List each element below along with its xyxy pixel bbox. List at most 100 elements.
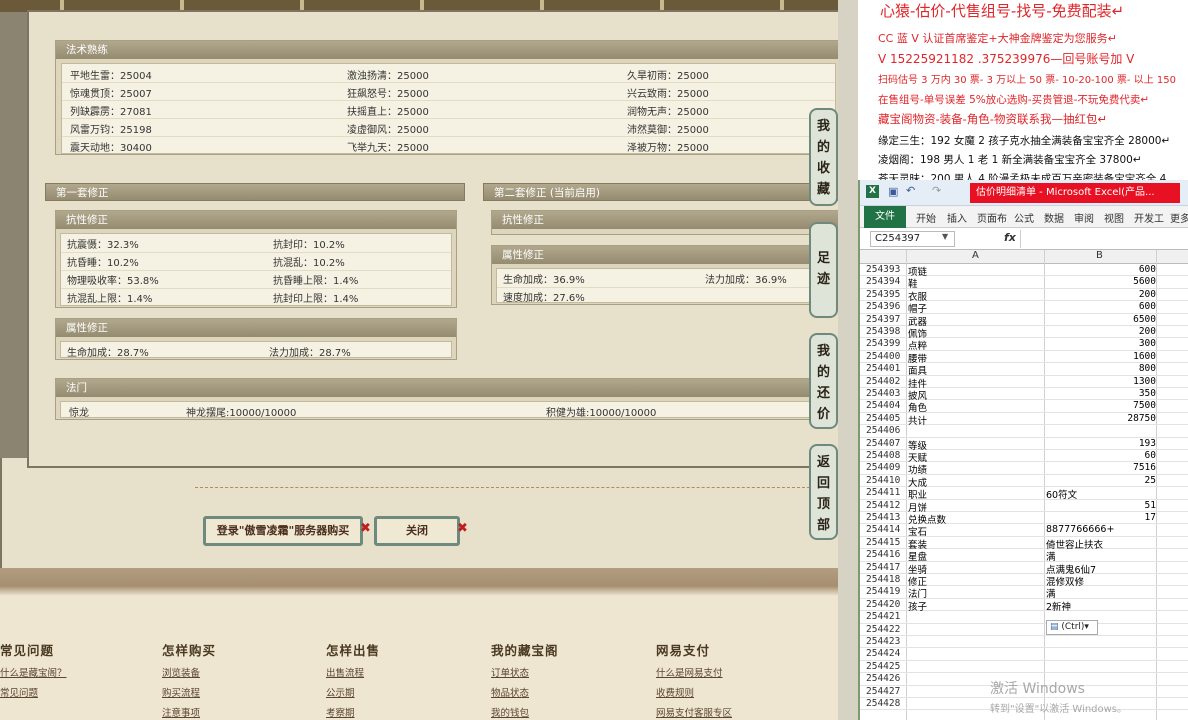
formula-input[interactable] xyxy=(1020,230,1188,248)
row-number[interactable]: 254427 xyxy=(866,686,906,697)
tab-insert[interactable]: 插入 xyxy=(947,210,967,225)
footer-link[interactable]: 出售流程 xyxy=(326,665,380,679)
row-number[interactable]: 254417 xyxy=(866,562,906,573)
cell-b[interactable]: 28750 xyxy=(1046,413,1156,424)
row-number[interactable]: 254410 xyxy=(866,475,906,486)
footer-link[interactable]: 物品状态 xyxy=(491,685,559,699)
row-number[interactable]: 254425 xyxy=(866,661,906,672)
tab-home[interactable]: 开始 xyxy=(916,210,936,225)
row-number[interactable]: 254426 xyxy=(866,673,906,684)
table-row[interactable]: 254425 xyxy=(860,661,1188,674)
cell-b[interactable]: 25 xyxy=(1046,475,1156,486)
chevron-down-icon[interactable]: ▼ xyxy=(942,232,948,241)
row-number[interactable]: 254400 xyxy=(866,351,906,362)
row-number[interactable]: 254421 xyxy=(866,611,906,622)
tab-formulas[interactable]: 公式 xyxy=(1014,210,1034,225)
cell-b[interactable]: 200 xyxy=(1046,289,1156,300)
row-number[interactable]: 254414 xyxy=(866,524,906,535)
footer-link[interactable]: 常见问题 xyxy=(0,685,67,699)
table-row[interactable]: 254393 项链 600 xyxy=(860,264,1188,278)
footer-link[interactable]: 收费规则 xyxy=(656,685,732,699)
row-number[interactable]: 254395 xyxy=(866,289,906,300)
col-header-a[interactable]: A xyxy=(972,250,979,261)
table-row[interactable]: 254417 坐骑 点满鬼6仙7 xyxy=(860,562,1188,576)
cell-b[interactable]: 8877766666+ xyxy=(1046,524,1114,535)
footprints-button[interactable]: 足 迹 xyxy=(809,222,838,318)
row-number[interactable]: 254399 xyxy=(866,338,906,349)
footer-link[interactable]: 注意事项 xyxy=(162,705,216,719)
table-row[interactable]: 254413 兑换点数 17 xyxy=(860,512,1188,526)
row-number[interactable]: 254418 xyxy=(866,574,906,585)
col-header-b[interactable]: B xyxy=(1096,250,1103,261)
cell-b[interactable]: 1600 xyxy=(1046,351,1156,362)
cell-b[interactable]: 7516 xyxy=(1046,462,1156,473)
footer-link[interactable]: 什么是网易支付 xyxy=(656,665,732,679)
row-number[interactable]: 254406 xyxy=(866,425,906,436)
cell-b[interactable]: 7500 xyxy=(1046,400,1156,411)
row-number[interactable]: 254419 xyxy=(866,586,906,597)
table-row[interactable]: 254411 职业 60符文 xyxy=(860,487,1188,501)
table-row[interactable]: 254424 xyxy=(860,648,1188,661)
tab-more[interactable]: 更多 xyxy=(1170,210,1188,225)
row-number[interactable]: 254402 xyxy=(866,376,906,387)
row-number[interactable]: 254393 xyxy=(866,264,906,275)
undo-icon[interactable]: ↶ xyxy=(906,184,915,197)
table-row[interactable]: 254395 衣服 200 xyxy=(860,289,1188,303)
row-number[interactable]: 254401 xyxy=(866,363,906,374)
table-row[interactable]: 254401 面具 800 xyxy=(860,363,1188,377)
table-row[interactable]: 254415 套装 倚世容止扶衣 xyxy=(860,537,1188,551)
redo-icon[interactable]: ↷ xyxy=(932,184,941,197)
tab-view[interactable]: 视图 xyxy=(1104,210,1124,225)
footer-link[interactable]: 什么是藏宝阁？ xyxy=(0,665,67,679)
row-number[interactable]: 254409 xyxy=(866,462,906,473)
table-row[interactable]: 254400 腰带 1600 xyxy=(860,351,1188,365)
row-number[interactable]: 254420 xyxy=(866,599,906,610)
table-row[interactable]: 254405 共计 28750 xyxy=(860,413,1188,427)
table-row[interactable]: 254423 xyxy=(860,636,1188,649)
cell-b[interactable]: 350 xyxy=(1046,388,1156,399)
row-number[interactable]: 254398 xyxy=(866,326,906,337)
footer-link[interactable]: 公示期 xyxy=(326,685,380,699)
row-number[interactable]: 254412 xyxy=(866,500,906,511)
row-number[interactable]: 254404 xyxy=(866,400,906,411)
table-row[interactable]: 254421 xyxy=(860,611,1188,624)
row-number[interactable]: 254396 xyxy=(866,301,906,312)
table-row[interactable]: 254419 法门满 xyxy=(860,586,1188,600)
row-number[interactable]: 254423 xyxy=(866,636,906,647)
table-row[interactable]: 254398 佩饰 200 xyxy=(860,326,1188,340)
table-row[interactable]: 254408 天赋 60 xyxy=(860,450,1188,464)
footer-link[interactable]: 浏览装备 xyxy=(162,665,216,679)
cell-b[interactable]: 51 xyxy=(1046,500,1156,511)
cell-b[interactable]: 200 xyxy=(1046,326,1156,337)
browser-scrollbar[interactable] xyxy=(838,0,858,720)
my-favorites-button[interactable]: 我 的 收 藏 xyxy=(809,108,838,206)
row-number[interactable]: 254422 xyxy=(866,624,906,635)
footer-link[interactable]: 考察期 xyxy=(326,705,380,719)
spreadsheet-grid[interactable]: 254393 项链 600 254394 鞋 5600 254395 衣服 200 254396 帽… xyxy=(860,264,1188,720)
cell-b[interactable]: 1300 xyxy=(1046,376,1156,387)
table-row[interactable]: 254412 月饼 51 xyxy=(860,500,1188,514)
cell-b[interactable]: 6500 xyxy=(1046,314,1156,325)
cell-b[interactable]: 193 xyxy=(1046,438,1156,449)
table-row[interactable]: 254403 披风 350 xyxy=(860,388,1188,402)
save-icon[interactable]: ▣ xyxy=(888,185,898,198)
tab-developer[interactable]: 开发工 xyxy=(1134,210,1164,225)
row-number[interactable]: 254413 xyxy=(866,512,906,523)
cell-b[interactable]: 300 xyxy=(1046,338,1156,349)
tab-review[interactable]: 审阅 xyxy=(1074,210,1094,225)
table-row[interactable]: 254416 星盘满 xyxy=(860,549,1188,563)
table-row[interactable]: 254404 角色 7500 xyxy=(860,400,1188,414)
row-number[interactable]: 254424 xyxy=(866,648,906,659)
paste-options-button[interactable]: ▤ (Ctrl)▾ xyxy=(1046,620,1098,635)
table-row[interactable]: 254397 武器 6500 xyxy=(860,314,1188,328)
row-number[interactable]: 254411 xyxy=(866,487,906,498)
footer-link[interactable]: 网易支付客服专区 xyxy=(656,705,732,719)
row-number[interactable]: 254405 xyxy=(866,413,906,424)
table-row[interactable]: 254422 xyxy=(860,624,1188,636)
row-number[interactable]: 254394 xyxy=(866,276,906,287)
row-number[interactable]: 254407 xyxy=(866,438,906,449)
row-number[interactable]: 254415 xyxy=(866,537,906,548)
login-server-buy-button[interactable]: 登录"傲雪凌霜"服务器购买 xyxy=(203,516,363,546)
cell-b[interactable]: 60 xyxy=(1046,450,1156,461)
cell-b[interactable]: 5600 xyxy=(1046,276,1156,287)
